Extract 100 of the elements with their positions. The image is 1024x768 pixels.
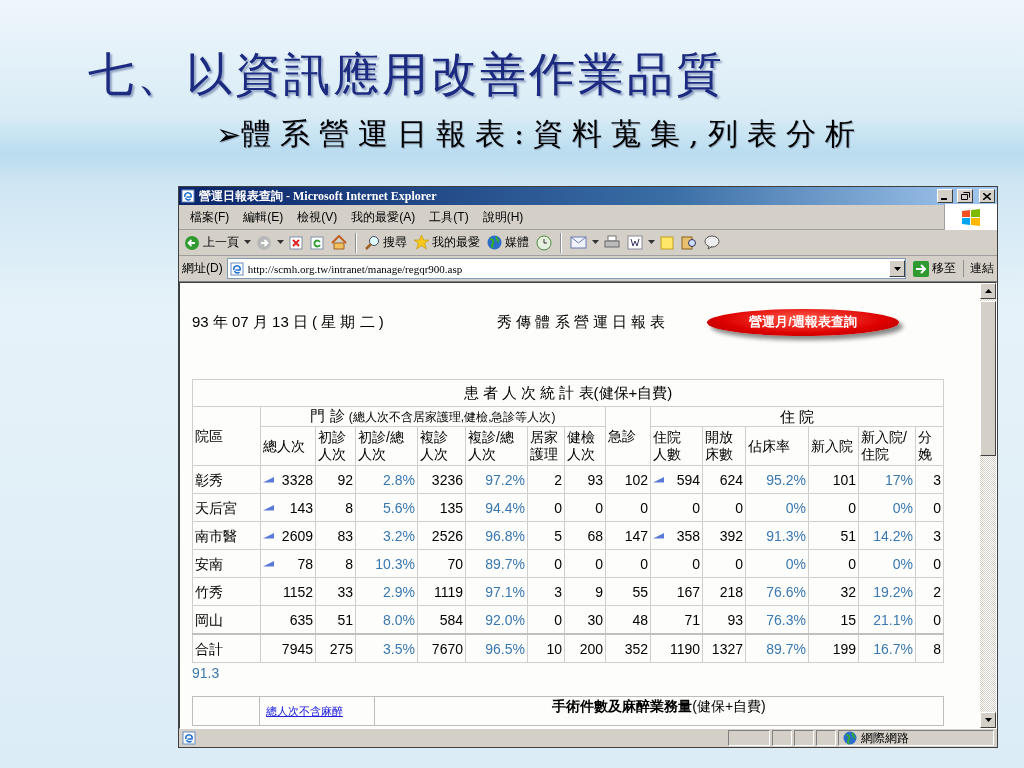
star-icon [414,235,429,250]
scroll-down-button[interactable] [980,712,996,728]
table-cell: 19.2% [858,577,916,606]
footnote-link[interactable]: 91.3 [192,665,220,681]
table-cell: 199 [808,634,859,663]
table-cell: 135 [417,493,466,522]
table-cell: 8 [315,549,356,578]
page-icon [229,261,244,276]
table-cell: 1327 [702,634,746,663]
table-cell: 3 [915,465,944,494]
table-title: 手術件數及麻醉業務量(健保+自費) [552,698,766,714]
printer-icon [604,235,620,250]
browser-icon [181,189,195,203]
caret-icon [893,266,901,271]
column-header: 佔床率 [748,437,790,455]
table-cell: 0 [692,554,700,573]
scroll-up-button[interactable] [980,283,996,299]
print-button[interactable] [602,234,622,251]
go-arrow-icon [913,260,929,277]
table-cell: 9 [564,577,606,606]
table-cell: 635 [289,610,313,629]
clock-icon [536,234,552,251]
menu-item[interactable]: 工具(T) [422,206,476,228]
page-icon [182,731,196,745]
column-header: 新入院 [811,437,853,455]
table-cell: 0% [858,493,916,522]
menu-item[interactable]: 我的最愛(A) [344,206,423,228]
table-cell: 8 [315,493,356,522]
table-cell: 0 [702,549,746,578]
dropdown-button[interactable] [889,260,905,277]
favorites-button[interactable]: 我的最愛 [412,233,482,252]
stop-button[interactable] [287,234,305,251]
restore-button[interactable] [957,189,973,203]
column-header: 居家護理 [530,429,559,463]
book-icon [681,235,697,250]
table-cell: 33 [315,577,356,606]
table-cell: 0 [808,493,859,522]
column-header: 新入院/住院 [861,429,908,463]
address-field[interactable]: http://scmh.org.tw/intranet/manage/regqr900.asp [226,258,906,279]
table-cell: 51 [808,521,859,550]
table-cell: 2 [527,465,565,494]
table-cell: 70 [417,549,466,578]
scrollbar-thumb[interactable] [980,301,996,456]
edit-button[interactable] [625,234,645,251]
media-button[interactable]: 媒體 [485,233,531,252]
group-header: 住 院 [779,407,815,425]
table-cell: 200 [564,634,606,663]
site-cell: 安南 [192,549,261,578]
table-cell: 0 [692,498,700,517]
column-header: 健檢人次 [567,429,596,463]
table-cell: 7945 [281,639,313,658]
report-title: 秀 傳 體 系 營 運 日 報 表 [497,312,667,332]
minimize-button[interactable] [937,189,953,203]
caret-icon[interactable] [648,240,655,245]
table-cell: 3 [915,521,944,550]
restore-icon [960,192,970,200]
menu-item[interactable]: 說明(H) [475,206,531,228]
table-cell: 5 [527,521,565,550]
table-title: 患 者 人 次 統 計 表(健保+自費) [463,384,673,401]
table-cell: 55 [605,577,651,606]
globe-icon [487,235,502,250]
table-cell: 358 [676,526,700,545]
status-pane [772,730,792,746]
globe-icon [843,731,857,745]
column-header: 住院人數 [653,429,682,463]
history-button[interactable] [534,233,554,252]
table-cell: 2609 [281,526,313,545]
table-cell: 68 [564,521,606,550]
back-button[interactable]: 上一頁 [182,233,241,252]
column-header: 總人次 [263,437,305,455]
site-cell: 岡山 [192,605,261,634]
search-button[interactable]: 搜尋 [363,233,409,252]
column-header: 院區 [195,428,223,444]
query-button[interactable]: 營運月/週報表查詢 [707,308,899,336]
table-cell: 3328 [281,470,313,489]
menu-item[interactable]: 編輯(E) [236,206,291,228]
go-button[interactable]: 移至 [910,260,959,277]
caret-icon[interactable] [277,240,284,245]
table-cell: 167 [676,582,700,601]
table-cell: 218 [702,577,746,606]
research-button[interactable] [679,234,699,251]
menu-item[interactable]: 檢視(V) [290,206,345,228]
caret-icon[interactable] [244,240,251,245]
caret-icon[interactable] [592,240,599,245]
close-button[interactable] [979,189,995,203]
home-button[interactable] [329,234,349,251]
links-button[interactable]: 連結 [963,260,994,277]
flag-icon [961,208,981,226]
window-title: 營運日報表查詢 - Microsoft Internet Explorer [199,187,438,205]
table-cell: 143 [289,498,313,517]
menu-item[interactable]: 檔案(F) [183,206,237,228]
table-cell: 10.3% [355,549,418,578]
column-header: 開放床數 [705,429,734,463]
table-cell: 0% [745,549,809,578]
group-note: (總人次不含居家護理,健檢,急診等人次) [348,410,556,424]
table-cell: 3.5% [355,634,418,663]
refresh-button[interactable] [308,234,326,251]
messenger-button[interactable] [702,234,722,251]
table-cell: 97.2% [465,465,528,494]
table-cell: 3 [527,577,565,606]
